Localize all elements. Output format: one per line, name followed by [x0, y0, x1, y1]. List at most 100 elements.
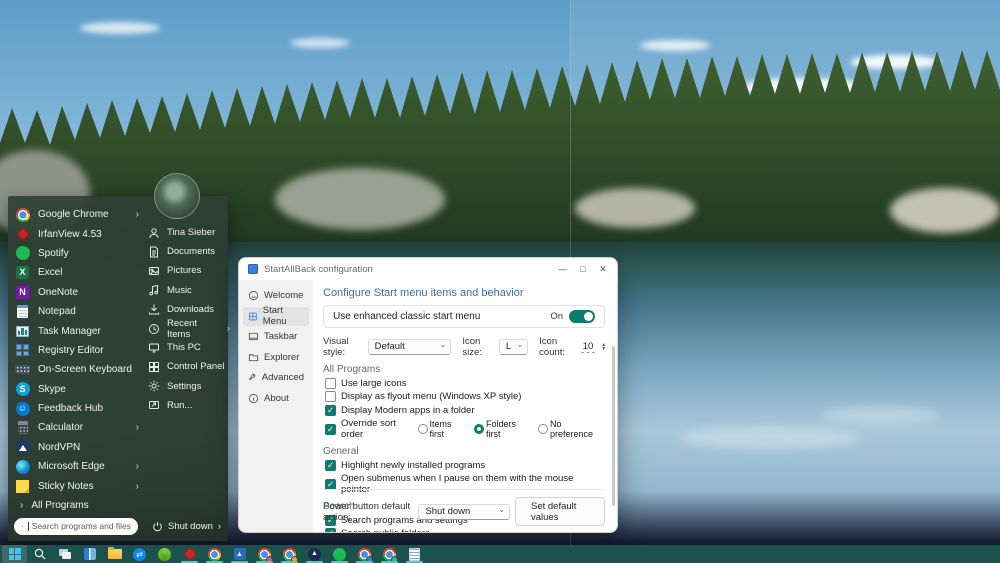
start-item-sticky-notes[interactable]: Sticky Notes ›	[15, 476, 141, 495]
radio-no-preference[interactable]: No preference	[538, 419, 605, 439]
checkbox-search-public-folders[interactable]: ✓ Search public folders	[325, 528, 605, 532]
shutdown-button[interactable]: Shut down ›	[152, 521, 221, 532]
taskbar-file-explorer[interactable]	[102, 545, 127, 563]
tab-welcome[interactable]: Welcome	[243, 286, 309, 306]
start-item-microsoft-edge[interactable]: Microsoft Edge ›	[15, 457, 141, 476]
taskbar-chrome[interactable]	[202, 545, 227, 563]
radio-button[interactable]	[417, 424, 428, 434]
start-item-label: Spotify	[38, 247, 69, 259]
checkbox-flyout-menu[interactable]: Display as flyout menu (Windows XP style…	[325, 391, 605, 402]
start-item-this-pc[interactable]: This PC	[148, 338, 230, 357]
tab-label: Welcome	[264, 290, 304, 302]
maximize-button[interactable]: □	[573, 259, 593, 279]
taskbar-notepad-window[interactable]	[402, 545, 427, 563]
power-action-select[interactable]: Shut down ⌄	[418, 503, 510, 520]
checkbox[interactable]: ✓	[325, 404, 336, 416]
chevron-down-icon: ⌄	[439, 340, 447, 349]
start-item-calculator[interactable]: Calculator ›	[15, 418, 141, 437]
start-item-on-screen-keyboard[interactable]: On-Screen Keyboard	[15, 360, 141, 379]
task-view-button[interactable]	[52, 545, 77, 563]
taskbar-green-utility[interactable]	[152, 545, 177, 563]
start-item-recent-items[interactable]: Recent Items ›	[148, 318, 230, 340]
taskbar-movies-tv-app[interactable]	[77, 545, 102, 563]
check-icon: ✓	[326, 404, 335, 415]
start-button[interactable]	[2, 545, 27, 563]
taskbar-search-button[interactable]	[27, 545, 52, 563]
sort-order-row: ✓ Override sort order Items first Folder…	[325, 418, 605, 440]
taskbar-chrome-profile-orange[interactable]	[277, 545, 302, 563]
visual-style-select[interactable]: Default ⌄	[367, 339, 452, 355]
user-avatar[interactable]	[154, 173, 200, 219]
icon-size-select[interactable]: L ⌄	[498, 339, 529, 355]
checkbox[interactable]: ✓	[325, 478, 336, 490]
checkbox[interactable]	[325, 391, 336, 402]
start-item-pictures[interactable]: Pictures	[148, 261, 230, 280]
checkbox-highlight-new-programs[interactable]: ✓ Highlight newly installed programs	[325, 459, 605, 471]
taskbar-chrome-profile-pink[interactable]	[252, 545, 277, 563]
start-item-google-chrome[interactable]: Google Chrome ›	[15, 205, 141, 224]
start-item-user-profile[interactable]: Tina Sieber	[148, 223, 230, 242]
taskbar-nordvpn[interactable]: ▲	[302, 545, 327, 563]
pictures-icon	[149, 266, 159, 275]
start-item-downloads[interactable]: Downloads	[148, 300, 230, 319]
tab-about[interactable]: About	[243, 389, 309, 409]
tab-taskbar[interactable]: Taskbar	[243, 327, 309, 347]
start-item-registry-editor[interactable]: Registry Editor	[15, 341, 141, 360]
checkbox-override-sort-order[interactable]: ✓ Override sort order	[325, 418, 418, 440]
start-item-nordvpn[interactable]: NordVPN	[15, 438, 141, 457]
info-icon	[248, 393, 259, 403]
start-item-documents[interactable]: Documents	[148, 242, 230, 261]
radio-button[interactable]	[538, 424, 548, 434]
taskbar-chrome-profile-teal[interactable]	[377, 545, 402, 563]
start-item-task-manager[interactable]: Task Manager	[15, 321, 141, 340]
start-item-notepad[interactable]: Notepad	[15, 302, 141, 321]
computer-icon	[149, 343, 159, 353]
taskbar-teamviewer[interactable]: ⇄	[127, 545, 152, 563]
taskbar-photos[interactable]: ▲	[227, 545, 252, 563]
start-search-input[interactable]: Search programs and files	[14, 517, 138, 535]
taskbar-spotify[interactable]	[327, 545, 352, 563]
all-programs-button[interactable]: › All Programs	[20, 500, 89, 511]
checkbox[interactable]: ✓	[325, 528, 336, 532]
radio-folders-first[interactable]: Folders first	[474, 419, 531, 439]
dialog-sidebar: Welcome Start Menu Taskbar Explorer Adva…	[239, 280, 313, 532]
close-button[interactable]: ✕	[593, 259, 613, 279]
checkbox-use-large-icons[interactable]: Use large icons	[325, 377, 605, 389]
checkbox[interactable]: ✓	[325, 459, 336, 471]
start-item-label: Pictures	[167, 265, 202, 277]
start-item-music[interactable]: Music	[148, 281, 230, 300]
radio-items-first[interactable]: Items first	[417, 419, 467, 439]
start-item-skype[interactable]: S Skype	[15, 380, 141, 399]
checkbox[interactable]	[325, 377, 336, 389]
set-default-values-button[interactable]: Set default values	[515, 497, 605, 526]
start-item-spotify[interactable]: Spotify	[15, 244, 141, 263]
tab-start-menu[interactable]: Start Menu	[243, 305, 309, 327]
tab-label: About	[264, 392, 289, 404]
radio-label: Items first	[429, 419, 452, 439]
window-titlebar[interactable]: StartAllBack configuration — □ ✕	[239, 258, 617, 280]
check-icon: ✓	[326, 478, 335, 489]
taskbar-irfanview[interactable]	[177, 545, 202, 563]
radio-button[interactable]	[474, 424, 484, 434]
start-item-settings[interactable]: Settings	[148, 377, 230, 396]
photos-icon: ▲	[233, 548, 246, 560]
start-item-feedback-hub[interactable]: ☺ Feedback Hub	[15, 399, 141, 418]
icon-count-stepper[interactable]: ▴ ▾	[602, 342, 605, 352]
start-menu-icon	[249, 312, 257, 321]
start-item-excel[interactable]: X Excel	[15, 263, 141, 282]
spin-down-icon[interactable]: ▾	[602, 347, 605, 352]
content-scrollbar[interactable]	[612, 346, 615, 506]
start-item-onenote[interactable]: N OneNote	[15, 283, 141, 302]
start-item-label: Music	[167, 284, 192, 296]
enhanced-start-menu-toggle[interactable]	[569, 310, 595, 323]
minimize-button[interactable]: —	[553, 259, 573, 279]
taskbar-chrome-profile-blue[interactable]	[352, 545, 377, 563]
tab-advanced[interactable]: Advanced	[243, 368, 309, 388]
checkbox[interactable]: ✓	[325, 423, 336, 435]
start-item-control-panel[interactable]: Control Panel	[148, 357, 230, 376]
tab-explorer[interactable]: Explorer	[243, 348, 309, 368]
start-item-irfanview[interactable]: IrfanView 4.53	[15, 224, 141, 243]
start-item-run[interactable]: Run...	[148, 396, 230, 415]
checkbox-modern-apps-folder[interactable]: ✓ Display Modern apps in a folder	[325, 404, 605, 416]
taskbar-icon	[248, 333, 259, 341]
